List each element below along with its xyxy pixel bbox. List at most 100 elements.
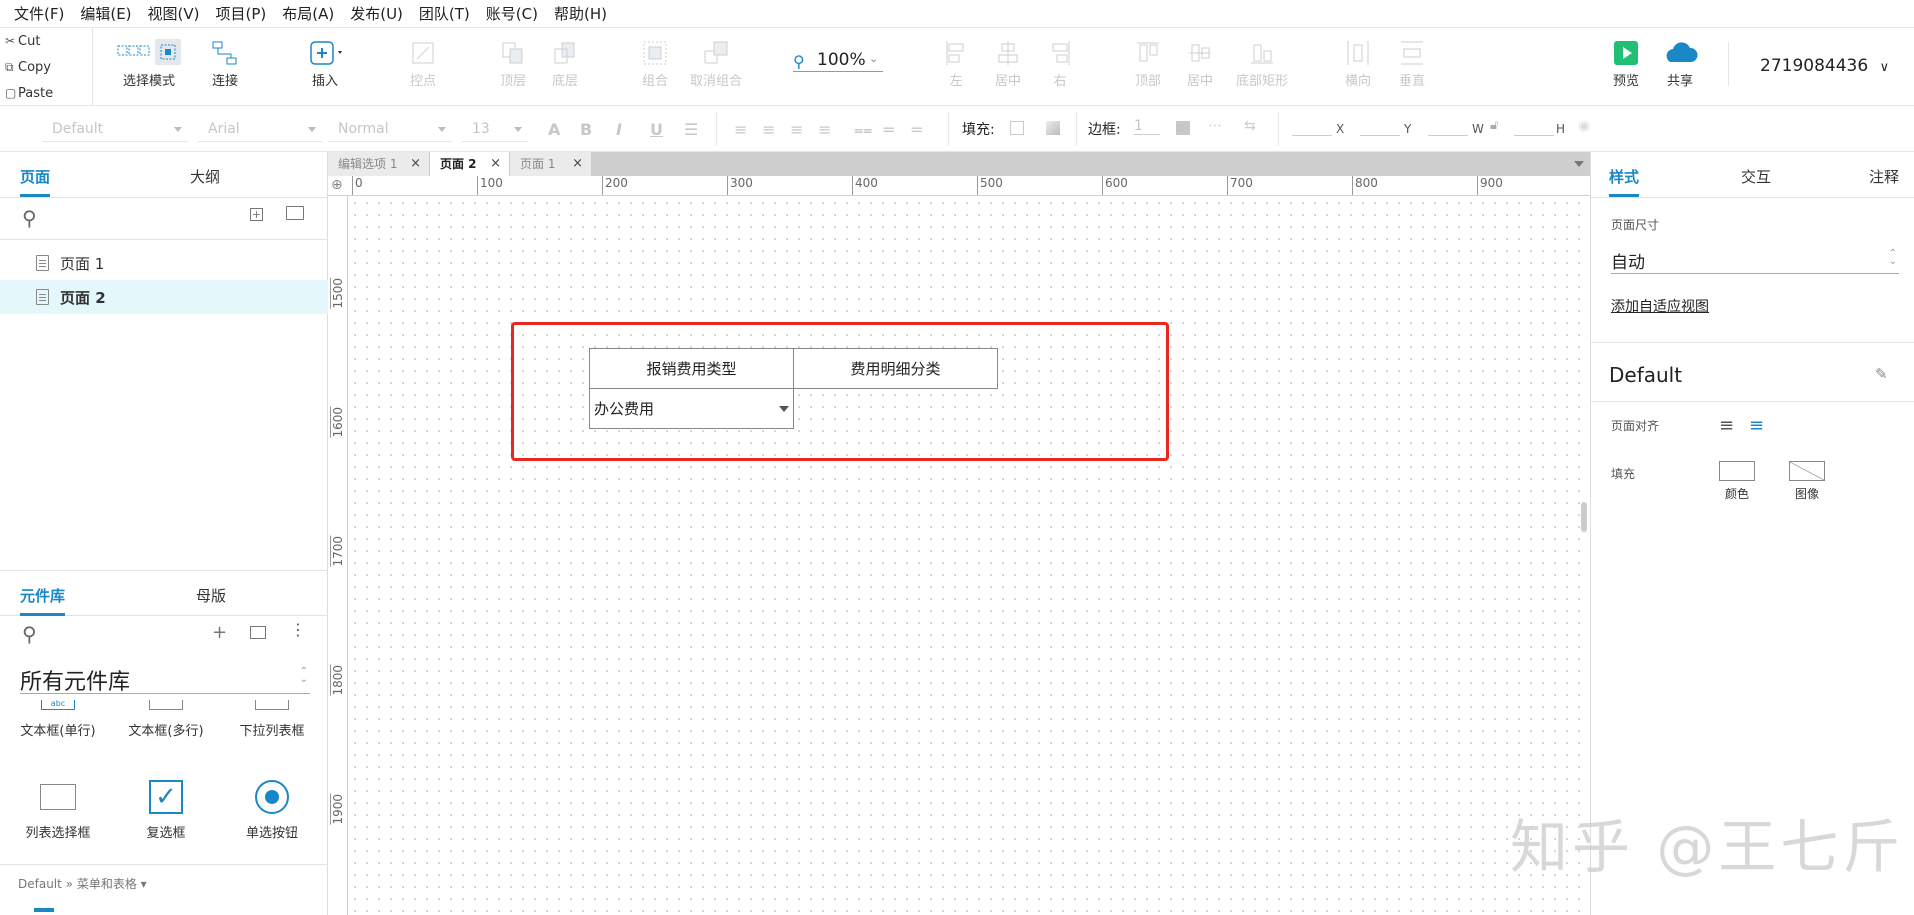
border-style-icon[interactable]: ⋯ <box>1208 118 1222 134</box>
align-top-button[interactable]: 顶部 <box>1128 36 1168 89</box>
bottom-layer-button[interactable]: 底层 <box>542 36 588 89</box>
table-header-expense-type[interactable]: 报销费用类型 <box>589 348 794 389</box>
close-icon[interactable]: × <box>572 152 583 176</box>
text-align-center-icon[interactable]: ≡ <box>762 120 775 139</box>
align-center-button[interactable]: 居中 <box>988 36 1028 89</box>
distribute-v-button[interactable]: 垂直 <box>1392 36 1432 89</box>
widget-radio[interactable]: 单选按钮 <box>232 780 312 841</box>
style-name[interactable]: Default <box>1609 363 1682 387</box>
table-header-detail-category[interactable]: 费用明细分类 <box>793 348 998 389</box>
tab-masters[interactable]: 母版 <box>196 585 226 606</box>
close-icon[interactable]: × <box>410 152 421 176</box>
menu-help[interactable]: 帮助(H) <box>554 3 607 24</box>
share-button[interactable]: 共享 <box>1657 36 1703 89</box>
ungroup-button[interactable]: 取消组合 <box>686 36 746 89</box>
library-select[interactable]: 所有元件库 ⌃ ⌄ <box>20 664 310 695</box>
menu-team[interactable]: 团队(T) <box>419 3 470 24</box>
expense-type-dropdown[interactable]: 办公费用 <box>589 388 794 429</box>
add-folder-icon[interactable] <box>286 206 304 220</box>
add-page-icon[interactable]: + <box>250 208 263 221</box>
tab-library[interactable]: 元件库 <box>20 585 66 616</box>
tabs-overflow-icon[interactable] <box>1574 161 1584 172</box>
align-center-page-icon[interactable]: ≡ <box>1749 415 1764 436</box>
menu-file[interactable]: 文件(F) <box>14 3 64 24</box>
preview-button[interactable]: 预览 <box>1606 36 1646 89</box>
more-vertical-icon[interactable]: ⋮ <box>290 620 306 639</box>
point-button[interactable]: 控点 <box>400 36 446 89</box>
tab-pages[interactable]: 页面 <box>20 166 51 197</box>
widget-listbox[interactable]: 列表选择框 <box>18 784 98 841</box>
widget-textarea[interactable]: 文本框(多行) <box>126 700 206 739</box>
widget-dropdown[interactable]: 下拉列表框 <box>232 700 312 739</box>
menu-account[interactable]: 账号(C) <box>486 3 538 24</box>
page-item-1[interactable]: 页面 1 <box>0 246 328 280</box>
valign-middle-icon[interactable]: = <box>882 120 895 139</box>
y-input[interactable] <box>1360 120 1400 136</box>
cut-button[interactable]: ✂ Cut <box>0 28 92 54</box>
search-icon[interactable]: ⚲ <box>22 206 37 230</box>
distribute-h-button[interactable]: 横向 <box>1338 36 1378 89</box>
x-input[interactable] <box>1292 120 1332 136</box>
fill-image-button[interactable]: 图像 <box>1787 461 1827 502</box>
close-icon[interactable]: × <box>490 152 501 176</box>
align-left-page-icon[interactable]: ≡ <box>1719 415 1734 436</box>
copy-button[interactable]: ⧉ Copy <box>0 54 92 80</box>
tab-outline[interactable]: 大纲 <box>190 166 220 187</box>
tab-doc-page-2[interactable]: 页面 2 × <box>430 152 510 176</box>
select-mode-button[interactable]: 选择模式 <box>104 36 194 89</box>
align-middle-button[interactable]: 居中 <box>1180 36 1220 89</box>
tab-doc-edit-option[interactable]: 编辑选项 1 × <box>328 152 430 176</box>
paste-button[interactable]: ▢ Paste <box>0 80 92 106</box>
design-canvas[interactable]: 报销费用类型 费用明细分类 办公费用 <box>349 197 1590 915</box>
underline-icon[interactable]: U <box>650 120 663 139</box>
align-bottom-button[interactable]: 底部矩形 <box>1230 36 1294 89</box>
menu-view[interactable]: 视图(V) <box>148 3 200 24</box>
menu-layout[interactable]: 布局(A) <box>282 3 334 24</box>
widget-textfield-single[interactable]: abc 文本框(单行) <box>18 700 98 739</box>
text-justify-icon[interactable]: ≡ <box>818 120 831 139</box>
fill-color-swatch[interactable] <box>1010 121 1024 135</box>
bullet-list-icon[interactable]: ☰ <box>684 120 698 139</box>
page-item-2[interactable]: 页面 2 <box>0 280 328 314</box>
valign-top-icon[interactable]: ⩵ <box>854 120 872 140</box>
bold-icon[interactable]: B <box>580 120 592 139</box>
edit-style-icon[interactable]: ✎ <box>1875 365 1888 383</box>
insert-button[interactable]: 插入 <box>300 36 350 89</box>
zoom-control[interactable]: ⚲ 100% ⌄ <box>793 50 883 72</box>
widget-checkbox[interactable]: ✓ 复选框 <box>126 780 206 841</box>
tab-doc-page-1[interactable]: 页面 1 × <box>510 152 592 176</box>
align-right-button[interactable]: 右 <box>1040 36 1080 89</box>
font-color-icon[interactable]: A <box>548 120 560 139</box>
w-input[interactable] <box>1428 120 1468 136</box>
weight-select[interactable]: Normal <box>328 116 452 142</box>
tab-notes[interactable]: 注释 <box>1869 166 1899 187</box>
tab-interaction[interactable]: 交互 <box>1741 166 1771 187</box>
top-layer-button[interactable]: 顶层 <box>490 36 536 89</box>
valign-bottom-icon[interactable]: = <box>910 120 923 139</box>
menu-publish[interactable]: 发布(U) <box>350 3 403 24</box>
menu-project[interactable]: 项目(P) <box>216 3 267 24</box>
shadow-icon[interactable] <box>1046 121 1060 135</box>
search-icon[interactable]: ⚲ <box>22 622 37 646</box>
connect-button[interactable]: 连接 <box>200 36 250 89</box>
group-button[interactable]: 组合 <box>632 36 678 89</box>
fill-color-button[interactable]: 颜色 <box>1717 461 1757 502</box>
tab-style[interactable]: 样式 <box>1609 166 1640 197</box>
add-library-icon[interactable]: + <box>212 622 227 643</box>
italic-icon[interactable]: I <box>616 120 622 139</box>
library-copy-icon[interactable] <box>250 626 266 639</box>
account-dropdown[interactable]: 2719084436 ∨ <box>1760 56 1889 76</box>
style-select[interactable]: Default <box>42 116 188 142</box>
font-size-select[interactable]: 13 <box>462 116 528 142</box>
visibility-icon[interactable]: ◉ <box>1578 118 1590 134</box>
menu-edit[interactable]: 编辑(E) <box>80 3 131 24</box>
align-left-button[interactable]: 左 <box>936 36 976 89</box>
add-adaptive-view-link[interactable]: 添加自适应视图 <box>1611 296 1709 316</box>
border-color-swatch[interactable] <box>1176 121 1190 135</box>
page-size-select[interactable]: 自动 ⌃ ⌄ <box>1611 248 1899 274</box>
h-input[interactable] <box>1514 120 1554 136</box>
font-select[interactable]: Arial <box>198 116 322 142</box>
vertical-scrollbar[interactable] <box>1581 502 1587 532</box>
library-path[interactable]: Default » 菜单和表格 ▾ <box>18 875 147 892</box>
arrow-style-icon[interactable]: ⇆ <box>1244 118 1256 134</box>
